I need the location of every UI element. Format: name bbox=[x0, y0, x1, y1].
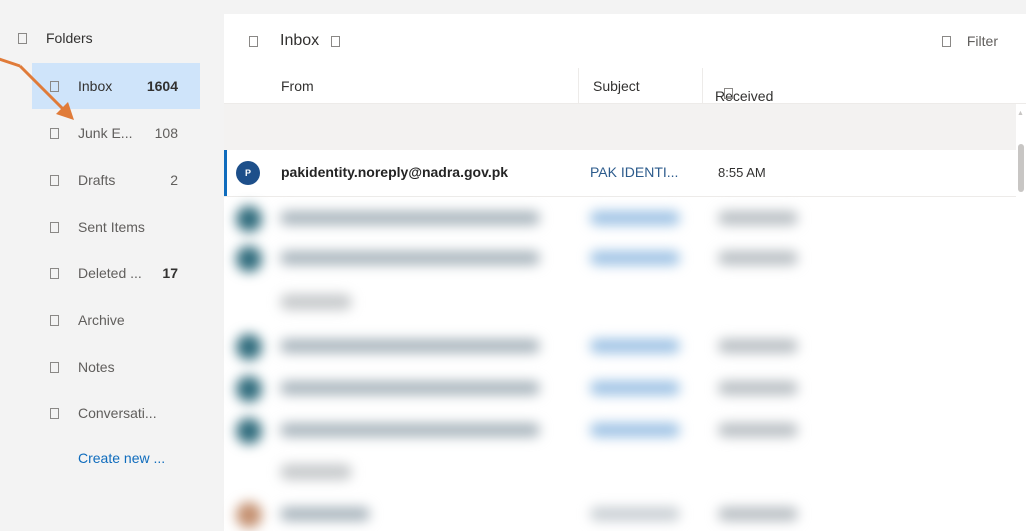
email-time: 8:55 AM bbox=[718, 165, 766, 180]
redacted-time bbox=[718, 507, 798, 521]
redacted-sender bbox=[280, 507, 370, 521]
redacted-subject bbox=[590, 507, 680, 521]
redacted-sender bbox=[280, 251, 540, 265]
drafts-icon bbox=[50, 174, 59, 186]
redacted-time bbox=[718, 381, 798, 395]
favorite-star-icon[interactable] bbox=[331, 35, 341, 47]
redacted-sender bbox=[280, 381, 540, 395]
archive-icon bbox=[50, 314, 59, 326]
redacted-group-header bbox=[224, 280, 1016, 324]
folder-label: Deleted ... bbox=[78, 265, 142, 281]
folders-header-label: Folders bbox=[46, 30, 93, 46]
filter-button[interactable]: Filter bbox=[941, 14, 998, 68]
redacted-subject bbox=[590, 339, 680, 353]
select-all-icon[interactable] bbox=[249, 35, 258, 47]
scroll-up-arrow-icon[interactable]: ▲ bbox=[1017, 110, 1024, 117]
redacted-avatar bbox=[236, 502, 262, 528]
folder-item-drafts[interactable]: Drafts 2 bbox=[32, 157, 200, 203]
redacted-email-row[interactable] bbox=[224, 236, 1016, 280]
redacted-avatar bbox=[236, 418, 262, 444]
folder-item-deleted-items[interactable]: Deleted ... 17 bbox=[32, 250, 200, 296]
unread-accent-bar bbox=[224, 150, 227, 196]
conversation-icon bbox=[50, 407, 59, 419]
redacted-time bbox=[718, 211, 798, 225]
redacted-group-label bbox=[280, 294, 352, 310]
redacted-email-row[interactable] bbox=[224, 366, 1016, 410]
redacted-group-header bbox=[224, 450, 1016, 494]
folder-item-notes[interactable]: Notes bbox=[32, 344, 200, 390]
table-row[interactable]: P pakidentity.noreply@nadra.gov.pk PAK I… bbox=[224, 150, 1016, 196]
folders-header[interactable]: Folders bbox=[0, 22, 210, 54]
folder-item-sent-items[interactable]: Sent Items bbox=[32, 204, 200, 250]
redacted-sender bbox=[280, 423, 540, 437]
folder-label: Archive bbox=[78, 312, 125, 328]
filter-label: Filter bbox=[966, 33, 998, 49]
folder-label: Drafts bbox=[78, 172, 116, 188]
redacted-email-row[interactable] bbox=[224, 196, 1016, 240]
scroll-thumb[interactable] bbox=[1018, 144, 1024, 192]
redacted-sender bbox=[280, 339, 540, 353]
message-list-header: Inbox Filter bbox=[224, 14, 1026, 68]
junk-icon bbox=[50, 127, 59, 139]
notes-icon bbox=[50, 361, 59, 373]
email-sender: pakidentity.noreply@nadra.gov.pk bbox=[281, 164, 509, 180]
redacted-email-row[interactable] bbox=[224, 324, 1016, 368]
folder-label: Sent Items bbox=[78, 219, 145, 235]
redacted-email-row[interactable] bbox=[224, 408, 1016, 452]
column-header-row: From Subject Received bbox=[224, 68, 1026, 104]
redacted-avatar bbox=[236, 206, 262, 232]
column-divider[interactable] bbox=[578, 68, 579, 104]
folder-count: 108 bbox=[154, 125, 178, 141]
redacted-time bbox=[718, 251, 798, 265]
create-new-folder-link[interactable]: Create new ... bbox=[78, 450, 165, 472]
folder-label: Conversati... bbox=[78, 405, 157, 421]
vertical-scrollbar[interactable]: ▲ bbox=[1016, 104, 1026, 531]
folder-item-archive[interactable]: Archive bbox=[32, 297, 200, 343]
redacted-avatar bbox=[236, 334, 262, 360]
group-header-band bbox=[224, 104, 1016, 150]
folder-item-conversation-history[interactable]: Conversati... bbox=[32, 390, 200, 436]
column-subject[interactable]: Subject bbox=[593, 78, 640, 94]
message-list-pane: Inbox Filter From Subject Received P pak… bbox=[224, 14, 1026, 531]
email-subject: PAK IDENTI... bbox=[590, 164, 679, 180]
redacted-subject bbox=[590, 381, 680, 395]
filter-icon bbox=[941, 35, 951, 47]
page-title: Inbox bbox=[280, 32, 320, 49]
column-divider[interactable] bbox=[702, 68, 703, 104]
redacted-avatar bbox=[236, 376, 262, 402]
folder-count: 17 bbox=[162, 265, 178, 281]
redacted-subject bbox=[590, 251, 680, 265]
folders-collapse-icon[interactable] bbox=[18, 32, 27, 44]
folder-count: 2 bbox=[170, 172, 178, 188]
folder-label: Junk E... bbox=[78, 125, 133, 141]
folder-count: 1604 bbox=[146, 78, 178, 94]
redacted-time bbox=[718, 423, 798, 437]
redacted-sender bbox=[280, 211, 540, 225]
folder-pane: Folders Inbox 1604 Junk E... 108 Drafts … bbox=[0, 0, 210, 531]
redacted-group-label bbox=[280, 464, 352, 480]
folder-item-inbox[interactable]: Inbox 1604 bbox=[32, 63, 200, 109]
inbox-icon bbox=[50, 80, 59, 92]
trash-icon bbox=[50, 267, 59, 279]
redacted-email-row[interactable] bbox=[224, 492, 1016, 531]
sent-icon bbox=[50, 221, 59, 233]
column-from[interactable]: From bbox=[281, 78, 314, 94]
redacted-subject bbox=[590, 423, 680, 437]
sort-icon bbox=[724, 88, 733, 99]
avatar: P bbox=[236, 161, 260, 185]
redacted-time bbox=[718, 339, 798, 353]
folder-label: Notes bbox=[78, 359, 115, 375]
redacted-avatar bbox=[236, 246, 262, 272]
folder-item-junk-email[interactable]: Junk E... 108 bbox=[32, 110, 200, 156]
redacted-subject bbox=[590, 211, 680, 225]
folder-label: Inbox bbox=[78, 78, 113, 94]
